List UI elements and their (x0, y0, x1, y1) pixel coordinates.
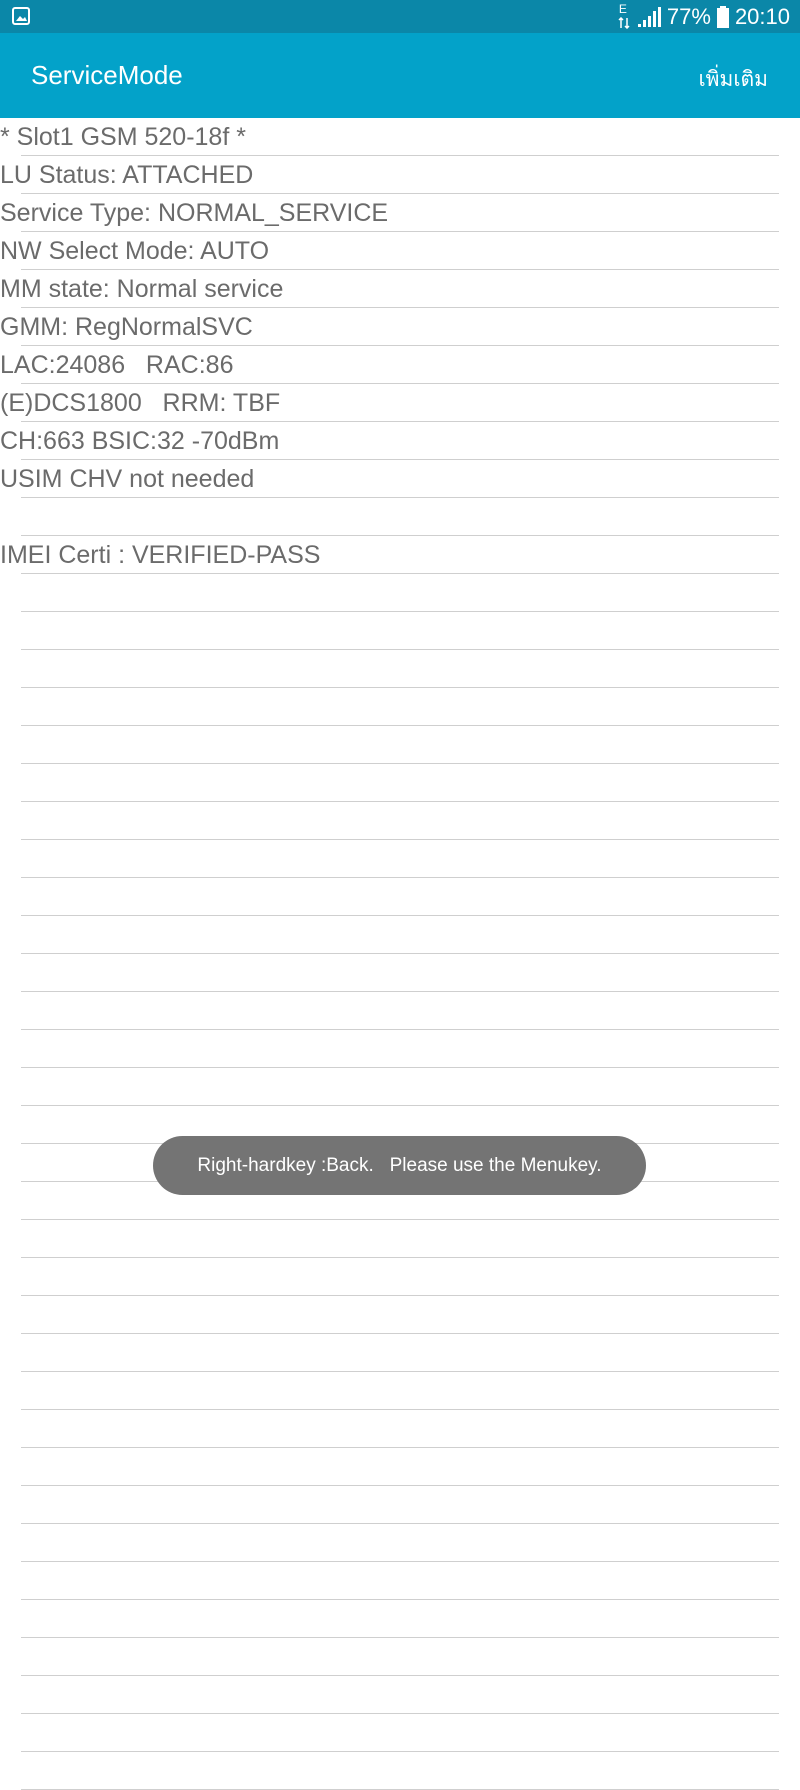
list-item-text: (E)DCS1800 RRM: TBF (0, 389, 281, 417)
list-item (0, 1372, 800, 1410)
list-item-text: LAC:24086 RAC:86 (0, 351, 234, 379)
list-item-text: Service Type: NORMAL_SERVICE (0, 199, 389, 227)
list-item-text: LU Status: ATTACHED (0, 161, 254, 189)
list-item (0, 1752, 800, 1790)
list-item: NW Select Mode: AUTO (0, 232, 800, 270)
list-item: * Slot1 GSM 520-18f * (0, 118, 800, 156)
list-item (0, 1258, 800, 1296)
list-item (0, 1334, 800, 1372)
list-item: Service Type: NORMAL_SERVICE (0, 194, 800, 232)
list-item (0, 1714, 800, 1752)
list-item (0, 878, 800, 916)
list-item-text: * Slot1 GSM 520-18f * (0, 123, 246, 151)
list-item (0, 1562, 800, 1600)
list-item (0, 802, 800, 840)
toast-message: Right-hardkey :Back. Please use the Menu… (153, 1136, 646, 1195)
list-item-text: USIM CHV not needed (0, 465, 255, 493)
list-item (0, 1676, 800, 1714)
list-item-text: MM state: Normal service (0, 275, 284, 303)
service-info-list: * Slot1 GSM 520-18f * LU Status: ATTACHED… (0, 118, 800, 1790)
list-item (0, 1600, 800, 1638)
gallery-icon (12, 7, 30, 25)
list-item: IMEI Certi : VERIFIED-PASS (0, 536, 800, 574)
data-activity-icon: E (617, 1, 631, 29)
list-item (0, 764, 800, 802)
list-item (0, 1068, 800, 1106)
list-item (0, 498, 800, 536)
list-item (0, 726, 800, 764)
battery-icon (716, 5, 729, 28)
status-bar: E 77% 20:10 (0, 0, 800, 33)
battery-percent: 77% (666, 3, 711, 29)
list-item: GMM: RegNormalSVC (0, 308, 800, 346)
list-item-text: IMEI Certi : VERIFIED-PASS (0, 541, 321, 569)
updown-arrows-icon (618, 16, 630, 29)
list-item: USIM CHV not needed (0, 460, 800, 498)
network-type: E (618, 1, 627, 16)
list-item (0, 1638, 800, 1676)
list-item: (E)DCS1800 RRM: TBF (0, 384, 800, 422)
app-bar: ServiceMode เพิ่มเติม (0, 33, 800, 118)
list-item (0, 1486, 800, 1524)
list-item (0, 954, 800, 992)
app-title: ServiceMode (31, 60, 183, 90)
list-item (0, 650, 800, 688)
list-item: MM state: Normal service (0, 270, 800, 308)
status-right: E 77% 20:10 (617, 0, 790, 33)
list-item: CH:663 BSIC:32 -70dBm (0, 422, 800, 460)
list-item-text: GMM: RegNormalSVC (0, 313, 253, 341)
list-item (0, 992, 800, 1030)
list-item (0, 1524, 800, 1562)
list-item: LAC:24086 RAC:86 (0, 346, 800, 384)
signal-icon (637, 6, 661, 27)
list-item: LU Status: ATTACHED (0, 156, 800, 194)
list-item (0, 612, 800, 650)
list-item (0, 688, 800, 726)
list-item (0, 1030, 800, 1068)
list-item (0, 840, 800, 878)
more-button[interactable]: เพิ่มเติม (698, 63, 768, 96)
list-item-text: NW Select Mode: AUTO (0, 237, 270, 265)
list-item (0, 1296, 800, 1334)
list-item (0, 916, 800, 954)
clock: 20:10 (734, 3, 790, 29)
list-item-text: CH:663 BSIC:32 -70dBm (0, 427, 280, 455)
list-item (0, 1448, 800, 1486)
list-item (0, 574, 800, 612)
list-item (0, 1410, 800, 1448)
list-item (0, 1220, 800, 1258)
